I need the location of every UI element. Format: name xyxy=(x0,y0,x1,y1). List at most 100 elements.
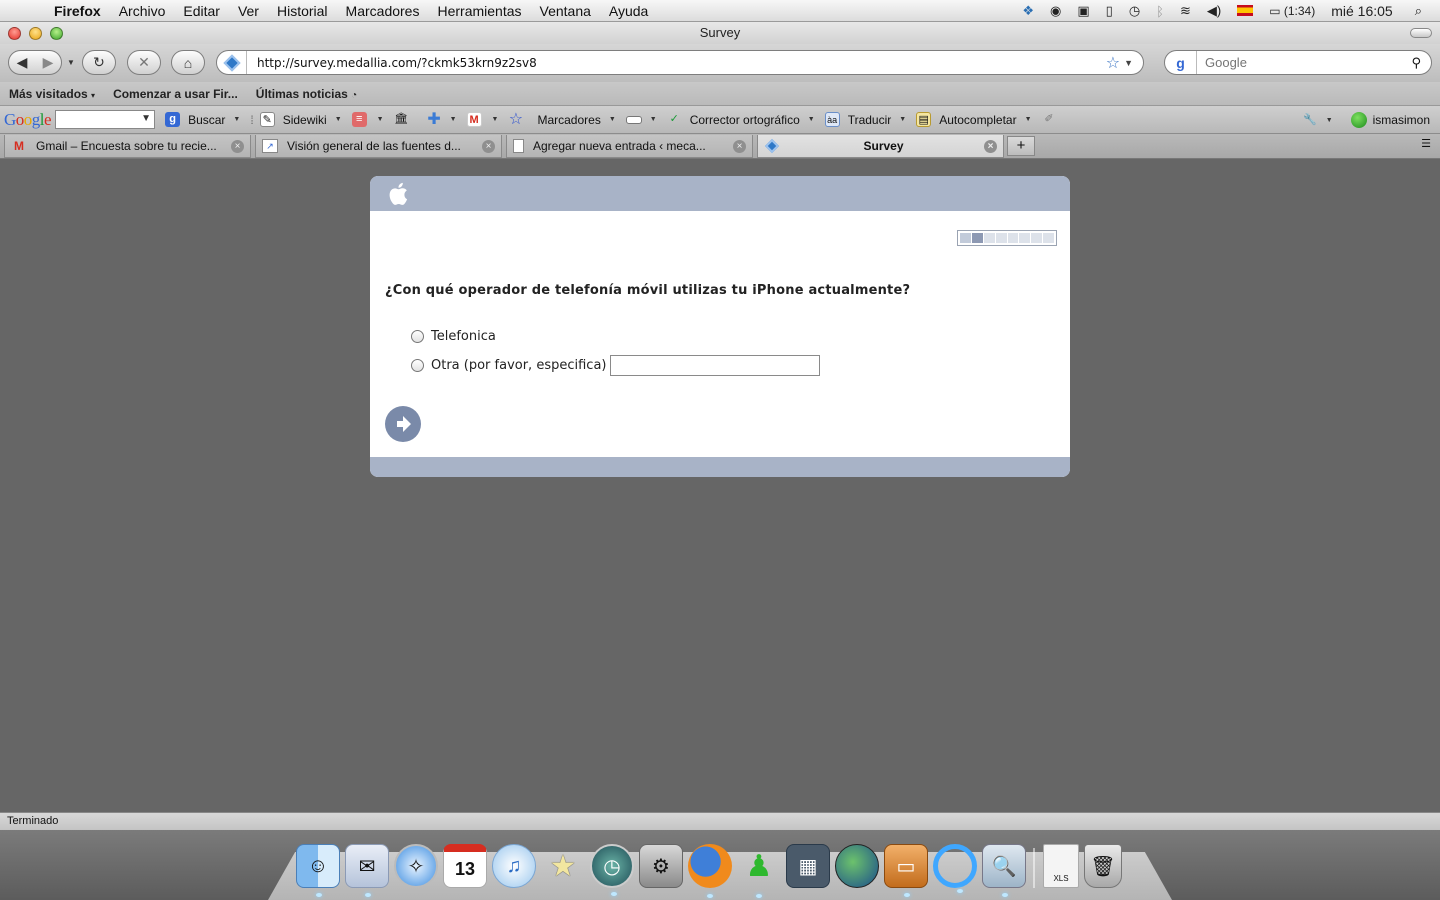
next-button[interactable] xyxy=(385,406,421,442)
new-tab-button[interactable]: + xyxy=(1007,136,1035,156)
reload-button[interactable]: ↻ xyxy=(82,50,116,75)
menu-app-firefox[interactable]: Firefox xyxy=(52,3,110,19)
tab-vision-general[interactable]: ↗ Visión general de las fuentes d... × xyxy=(255,135,502,158)
dock-itunes-icon[interactable]: ♫ xyxy=(492,844,536,888)
menu-herramientas[interactable]: Herramientas xyxy=(428,3,530,19)
settings-button[interactable]: 🔧 ▼ xyxy=(1303,113,1332,128)
option-otra[interactable]: Otra (por favor, especifica) xyxy=(411,355,821,376)
dock-dashboard-icon[interactable]: ▦ xyxy=(786,844,830,888)
search-input[interactable] xyxy=(1197,55,1412,70)
dock-ical-icon[interactable]: 13 xyxy=(443,844,487,888)
google-user-button[interactable]: ismasimon xyxy=(1373,113,1430,127)
clock[interactable]: mié 16:05 xyxy=(1331,3,1392,19)
toolbar-toggle-button[interactable] xyxy=(1410,28,1432,38)
url-dropdown-icon[interactable]: ▼ xyxy=(1124,58,1133,68)
pagerank-button[interactable]: ≡ ▼ xyxy=(351,112,384,127)
radio-telefonica[interactable] xyxy=(411,330,424,343)
field-button[interactable]: ▼ xyxy=(625,115,657,124)
zoom-window-button[interactable] xyxy=(50,27,63,40)
tab-agregar-entrada[interactable]: Agregar nueva entrada ‹ meca... × xyxy=(506,135,753,158)
minimize-window-button[interactable] xyxy=(29,27,42,40)
add-button[interactable]: ✚ ▼ xyxy=(427,112,456,128)
bookmark-comenzar[interactable]: Comenzar a usar Fir... xyxy=(104,87,247,101)
close-tab-icon[interactable]: × xyxy=(733,139,746,153)
google-engine-icon[interactable]: g xyxy=(1165,51,1197,74)
autofill-button[interactable]: ▤ Autocompletar ▼ xyxy=(916,112,1032,127)
dock-safari-icon[interactable]: ✧ xyxy=(394,844,438,888)
phone-icon[interactable]: ▯ xyxy=(1106,3,1113,19)
option-telefonica-label[interactable]: Telefonica xyxy=(431,329,496,344)
dock-keynote-icon[interactable]: ▭ xyxy=(884,844,928,897)
dock-xls-document-icon[interactable]: XLS xyxy=(1043,844,1079,888)
time-machine-icon[interactable]: ◷ xyxy=(1129,3,1140,19)
sidewiki-icon: ✎ xyxy=(259,112,275,127)
tab-survey[interactable]: Survey × xyxy=(757,135,1004,158)
search-magnifier-icon[interactable]: ⚲ xyxy=(1411,55,1421,71)
dock-preview-icon[interactable]: 🔍 xyxy=(982,844,1026,897)
other-operator-input[interactable] xyxy=(610,355,821,376)
volume-icon[interactable]: ◀) xyxy=(1207,3,1221,19)
battery-status[interactable]: ▭ (1:34) xyxy=(1269,4,1315,18)
menu-ver[interactable]: Ver xyxy=(229,3,268,19)
close-tab-icon[interactable]: × xyxy=(482,139,495,153)
dock-system-preferences-icon[interactable]: ⚙ xyxy=(639,844,683,888)
survey-progress-indicator xyxy=(957,230,1057,246)
dock-ichat-icon[interactable] xyxy=(933,844,977,893)
home-button[interactable]: ⌂ xyxy=(171,50,205,75)
menu-ayuda[interactable]: Ayuda xyxy=(600,3,657,19)
dock-finder-icon[interactable]: ☺ xyxy=(296,844,340,897)
url-bar[interactable]: http://survey.medallia.com/?ckmk53krn9z2… xyxy=(216,50,1144,75)
rss-icon: ◔ xyxy=(351,89,358,101)
close-tab-icon[interactable]: × xyxy=(984,139,997,153)
menu-archivo[interactable]: Archivo xyxy=(110,3,175,19)
dock-mail-icon[interactable]: ✉ xyxy=(345,844,389,897)
dock-adium-icon[interactable]: ♟ xyxy=(737,844,781,898)
dropbox-icon[interactable]: ❖ xyxy=(1022,3,1034,19)
search-bar[interactable]: g ⚲ xyxy=(1164,50,1432,75)
dock-trash-icon[interactable]: 🗑 xyxy=(1084,844,1122,888)
site-identity-icon[interactable] xyxy=(217,51,247,74)
bluetooth-icon[interactable]: ᛒ xyxy=(1156,4,1164,19)
menu-marcadores[interactable]: Marcadores xyxy=(337,3,429,19)
input-language-flag-icon[interactable] xyxy=(1237,4,1254,19)
gmail-button[interactable]: M ▼ xyxy=(466,112,498,127)
translate-button[interactable]: àa Traducir ▼ xyxy=(824,112,906,127)
bookmark-mas-visitados[interactable]: Más visitados ▾ xyxy=(0,87,104,101)
option-otra-label[interactable]: Otra (por favor, especifica) xyxy=(431,358,606,373)
wifi-icon[interactable]: ≋ xyxy=(1180,3,1191,19)
dock-google-earth-icon[interactable] xyxy=(835,844,879,888)
back-arrow-icon[interactable]: ◀ xyxy=(17,54,28,71)
radio-otra[interactable] xyxy=(411,359,424,372)
forward-arrow-icon[interactable]: ▶ xyxy=(43,54,54,71)
menu-ventana[interactable]: Ventana xyxy=(531,3,600,19)
spellcheck-button[interactable]: ✓ Corrector ortográfico ▼ xyxy=(667,112,815,127)
close-window-button[interactable] xyxy=(8,27,21,40)
option-telefonica[interactable]: Telefonica xyxy=(411,329,496,344)
google-search-combobox[interactable] xyxy=(55,110,156,129)
menu-editar[interactable]: Editar xyxy=(174,3,229,19)
stop-button[interactable]: ✕ xyxy=(127,50,161,75)
tab-gmail[interactable]: M Gmail – Encuesta sobre tu recie... × xyxy=(4,135,251,158)
google-search-button[interactable]: g Buscar ▼ xyxy=(165,112,240,127)
dock-firefox-icon[interactable] xyxy=(688,844,732,898)
spotlight-icon[interactable]: ⌕ xyxy=(1415,3,1422,19)
dock-time-machine-icon[interactable]: ◷ xyxy=(590,844,634,896)
reader-icon[interactable]: ▣ xyxy=(1077,3,1089,19)
highlighter-button[interactable]: ✐ xyxy=(1042,112,1065,127)
library-button[interactable]: 🏛 xyxy=(394,112,417,127)
google-logo-icon[interactable]: Google xyxy=(4,110,52,130)
close-tab-icon[interactable]: × xyxy=(231,139,244,153)
bookmark-star-icon[interactable]: ☆ xyxy=(1106,53,1120,73)
home-icon: ⌂ xyxy=(183,54,193,71)
autofill-icon: ▤ xyxy=(916,112,932,127)
translate-icon: àa xyxy=(824,112,840,127)
quicksilver-icon[interactable]: ◉ xyxy=(1050,3,1061,19)
tab-list-icon[interactable]: ☰ xyxy=(1416,137,1436,155)
dock-imovie-icon[interactable]: ★ xyxy=(541,844,585,888)
menu-historial[interactable]: Historial xyxy=(268,3,337,19)
sidewiki-button[interactable]: ✎ Sidewiki ▼ xyxy=(259,112,342,127)
history-dropdown-icon[interactable]: ▼ xyxy=(66,57,76,67)
bookmark-ultimas-noticias[interactable]: Últimas noticias ◔ xyxy=(247,87,366,101)
marcadores-button[interactable]: ☆ Marcadores ▼ xyxy=(508,112,616,128)
url-text[interactable]: http://survey.medallia.com/?ckmk53krn9z2… xyxy=(247,56,1106,70)
